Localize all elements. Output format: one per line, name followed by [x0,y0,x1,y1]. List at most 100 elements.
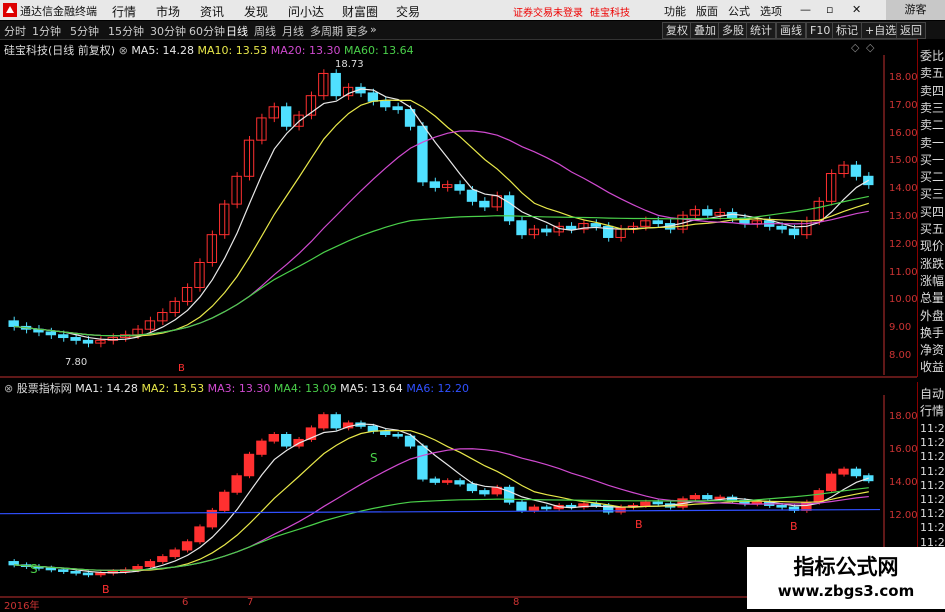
tick-time: 11:2 [920,521,945,535]
sub-y-tick: 14.00 [889,477,918,488]
candle [442,480,453,483]
candle [429,181,441,188]
candle [516,220,527,236]
sub-sell-marker-1: S [370,451,378,465]
candle [454,184,465,191]
order-book-label: 卖三 [920,100,945,115]
sub-buy-marker-2: B [635,518,643,531]
watermark: 指标公式网 www.zbgs3.com [747,547,945,609]
candle [70,570,81,574]
candle [714,496,725,500]
order-book-label: 换手 [920,325,945,340]
candle [330,72,341,97]
main-y-tick: 10.00 [889,294,918,306]
tick-panel-tab[interactable]: 自动 [920,385,944,402]
candle [58,334,69,339]
candle [318,414,329,429]
order-book-label: 现价 [920,239,945,254]
sub-sell-marker-2: S [30,562,38,576]
candle [280,434,292,447]
candle [503,195,515,222]
order-book-label: 外盘 [920,308,945,323]
candle [144,561,156,567]
candle [565,504,577,508]
ma20-line [14,130,869,337]
candle [541,228,552,233]
kline-chart[interactable] [0,0,945,609]
candle [181,541,193,551]
order-book-label: 收益 [920,360,945,375]
tick-time: 11:2 [920,493,945,506]
candle [850,164,862,177]
order-book-label: 买五 [920,222,945,236]
watermark-url: www.zbgs3.com [777,582,915,600]
candle [330,414,341,429]
candle [45,567,57,571]
candle [318,72,329,97]
order-book-label: 净资 [920,343,945,358]
main-y-tick: 12.00 [889,238,918,250]
sub-ma20-line [14,448,869,571]
sub-buy-marker-1: B [102,583,110,596]
candle [776,225,787,230]
main-y-tick: 14.00 [889,183,918,195]
candle [380,430,391,436]
candle [8,561,19,566]
order-book-panel: 委比 卖五 卖四 卖三 卖二 卖一 买一 买二 买三 买四 买五 现价 涨跌 涨幅 总量 外盘 换手 净资 收益 [917,39,945,377]
main-buy-marker: B [178,363,185,374]
main-y-tick: 11.00 [889,266,918,278]
ma60-line [14,195,869,337]
candle [652,220,663,225]
candle [466,189,478,202]
sub-ma5-line [14,423,870,574]
main-y-tick: 8.00 [889,350,912,361]
candle [776,504,787,508]
candle [280,106,292,127]
candle [417,445,428,480]
order-book-label: 总量 [920,291,945,306]
time-label-jun: 6 [182,597,189,608]
main-y-tick: 16.00 [889,127,918,139]
tick-time: 11:2 [920,436,945,450]
candle [82,339,94,344]
tick-time: 11:2 [920,478,945,492]
candle [503,486,515,503]
candle [392,434,403,437]
candle [367,92,379,102]
candle [8,320,19,327]
order-book-label: 涨跌 [920,256,945,271]
tick-time: 11:2 [920,464,945,478]
candle [45,331,57,336]
candle [813,490,824,503]
candle [392,106,403,111]
order-book-label: 买一 [920,152,945,167]
candle [256,440,267,455]
candle [479,490,490,495]
high-price-label: 18.73 [335,59,364,70]
order-book-label: 买四 [920,204,945,219]
candle [70,337,81,341]
order-book-label: 委比 [920,49,945,63]
candle [231,475,242,493]
sub-y-tick: 16.00 [889,444,918,455]
candle [58,569,69,572]
order-book-label: 卖一 [920,135,945,150]
sub-y-tick: 12.00 [889,510,918,521]
order-book-label: 买二 [920,170,945,185]
time-label-aug: 8 [513,597,520,608]
tick-panel-tab[interactable]: 行情 [920,402,944,419]
candle [82,572,94,576]
candle [516,501,527,511]
order-book-label: 买三 [920,187,945,202]
candle [243,453,255,477]
candle [454,480,465,485]
candle [268,434,279,442]
candle [157,556,168,563]
candle [838,468,849,475]
candle [825,473,837,492]
candle [702,209,713,216]
watermark-title: 指标公式网 [793,555,899,579]
candle [95,572,106,576]
candle [565,225,577,230]
order-book-label: 卖二 [920,118,945,133]
